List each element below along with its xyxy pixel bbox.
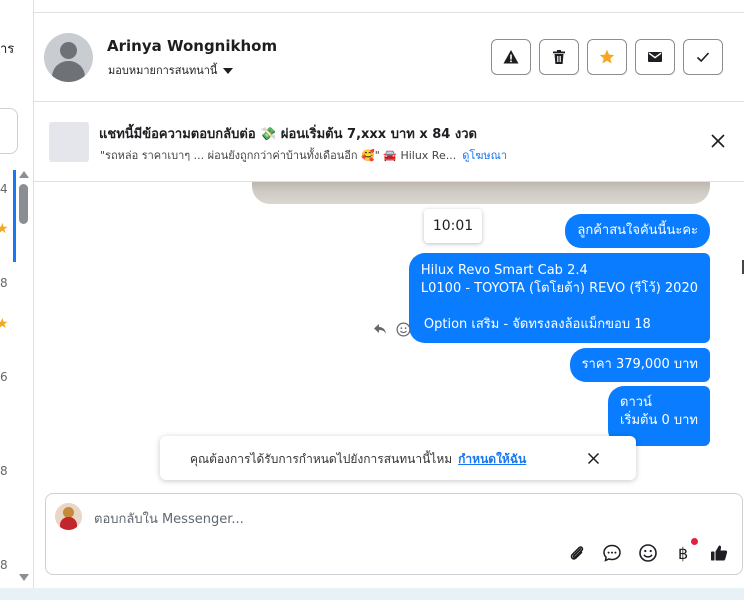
notification-dot: [691, 538, 698, 545]
message-line: เริ่มต้น 0 บาท: [620, 413, 698, 428]
reaction-icon[interactable]: [396, 322, 411, 337]
emoji-button[interactable]: [638, 543, 658, 563]
message-line: Hilux Revo Smart Cab 2.4: [420, 263, 588, 278]
warning-button[interactable]: [491, 39, 531, 75]
like-button[interactable]: [709, 543, 729, 563]
conversation-header: Arinya Wongnikhom มอบหมายการสนทนานี้: [34, 12, 744, 102]
list-item-count: 8: [0, 464, 8, 478]
message-time-tooltip: 10:01: [424, 209, 482, 243]
message-line: ดาวน์: [620, 395, 652, 410]
bottom-strip: [0, 588, 744, 600]
trash-icon: [553, 50, 565, 64]
message-bubble[interactable]: ลูกค้าสนใจคันนี้นะคะ: [565, 214, 710, 248]
message-bubble[interactable]: Hilux Revo Smart Cab 2.4 L0100 - TOYOTA …: [408, 253, 710, 343]
smiley-icon: [639, 544, 657, 562]
conversation-list-title-fragment: าร: [0, 42, 15, 57]
conversation-search-field[interactable]: [0, 108, 18, 154]
assign-conversation-dropdown[interactable]: มอบหมายการสนทนานี้: [108, 61, 234, 79]
chat-bubble-icon: [603, 544, 621, 562]
message-line: L0100 - TOYOTA (โตโยต้า) REVO (รีโว้) 20…: [420, 281, 698, 296]
scroll-down-arrow-icon[interactable]: [19, 574, 29, 581]
contact-avatar[interactable]: [44, 33, 93, 82]
page-avatar: [55, 503, 82, 530]
chevron-down-icon: [223, 68, 234, 74]
scrollbar-thumb[interactable]: [19, 184, 28, 224]
list-item-count: 8: [0, 558, 8, 572]
conversation-list: าร 4 ★ 8 ★ 6 8 8: [0, 0, 34, 588]
envelope-icon: [648, 52, 662, 62]
message-bubble[interactable]: ราคา 379,000 บาท: [569, 348, 710, 382]
payment-button[interactable]: ฿: [673, 543, 693, 563]
image-attachment[interactable]: [252, 182, 710, 204]
attachment-button[interactable]: [567, 543, 587, 563]
paperclip-icon: [570, 546, 584, 560]
contact-name[interactable]: Arinya Wongnikhom: [107, 37, 277, 55]
thumbs-up-icon: [711, 545, 728, 561]
reply-input[interactable]: ตอบกลับใน Messenger...: [94, 508, 244, 529]
close-icon[interactable]: [710, 133, 726, 149]
star-icon: ★: [0, 316, 9, 332]
star-icon: ★: [0, 221, 9, 237]
toast-question: คุณต้องการได้รับการกำหนดไปยังการสนทนานี้…: [190, 452, 453, 466]
checkmark-icon: [696, 52, 710, 63]
message-composer: ตอบกลับใน Messenger... ฿: [45, 493, 743, 575]
star-icon: [599, 49, 615, 64]
scroll-up-arrow-icon[interactable]: [19, 171, 29, 178]
ad-subtitle: "รถหล่อ ราคาเบาๆ ... ผ่อนยังถูกกว่าค่าบ้…: [100, 146, 507, 164]
baht-icon: ฿: [678, 544, 688, 563]
close-icon[interactable]: [587, 452, 600, 465]
assign-to-me-link[interactable]: กำหนดให้ฉัน: [458, 452, 526, 466]
star-button[interactable]: [587, 39, 627, 75]
assign-prompt-toast: คุณต้องการได้รับการกำหนดไปยังการสนทนานี้…: [160, 436, 636, 480]
toast-message: คุณต้องการได้รับการกำหนดไปยังการสนทนานี้…: [190, 450, 526, 469]
ad-context-banner: แชทนี้มีข้อความตอบกลับต่อ 💸 ผ่อนเริ่มต้น…: [34, 102, 744, 182]
mark-done-button[interactable]: [683, 39, 723, 75]
svg-text:฿: ฿: [678, 544, 688, 563]
active-conversation-indicator: [13, 170, 16, 262]
ad-thumbnail: [49, 122, 89, 162]
message-line: Option เสริม - จัดทรงลงล้อแม็กขอบ 18: [423, 317, 651, 332]
delete-button[interactable]: [539, 39, 579, 75]
ad-title: แชทนี้มีข้อความตอบกลับต่อ 💸 ผ่อนเริ่มต้น…: [99, 127, 477, 142]
assign-label: มอบหมายการสนทนานี้: [108, 64, 218, 77]
mail-button[interactable]: [635, 39, 675, 75]
warning-icon: [503, 50, 519, 64]
reply-icon[interactable]: [373, 323, 387, 335]
saved-replies-button[interactable]: [602, 543, 622, 563]
list-item-count: 6: [0, 370, 8, 384]
view-ad-link[interactable]: ดูโฆษณา: [462, 149, 507, 162]
messenger-inbox-window: าร 4 ★ 8 ★ 6 8 8 Arinya Wongnikhom มอบหม…: [0, 0, 744, 600]
list-item-count: 8: [0, 276, 8, 290]
list-item-count: 4: [0, 182, 8, 196]
ad-excerpt: "รถหล่อ ราคาเบาๆ ... ผ่อนยังถูกกว่าค่าบ้…: [100, 149, 457, 162]
